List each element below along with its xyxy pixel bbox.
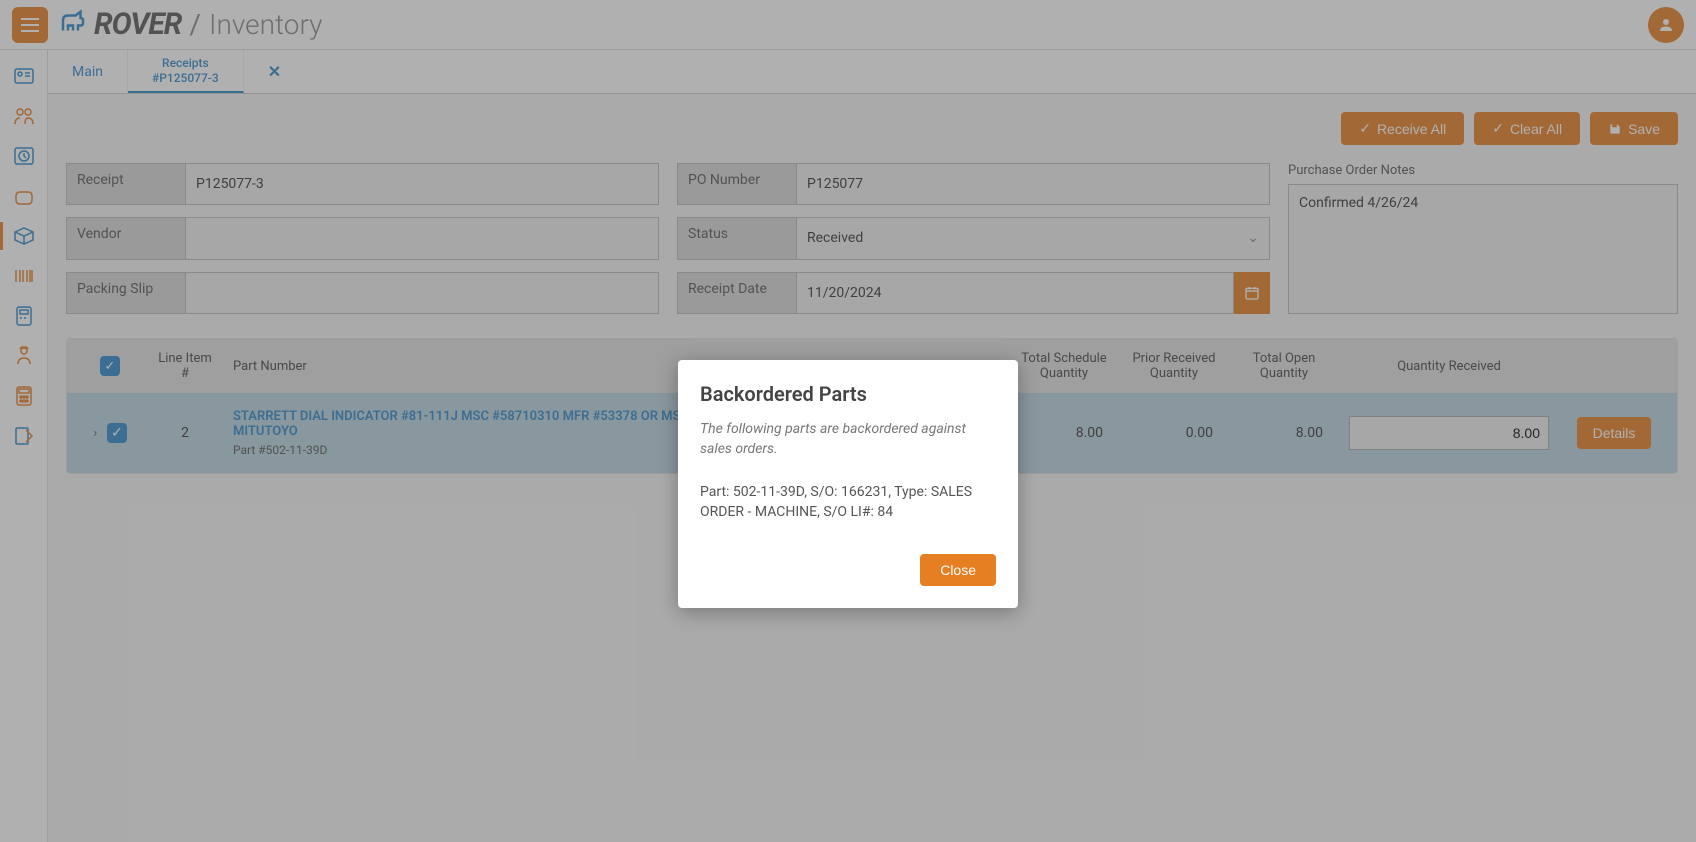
modal-title: Backordered Parts bbox=[700, 382, 996, 406]
backordered-modal: Backordered Parts The following parts ar… bbox=[678, 360, 1018, 608]
modal-body: Part: 502-11-39D, S/O: 166231, Type: SAL… bbox=[700, 483, 996, 522]
modal-overlay: Backordered Parts The following parts ar… bbox=[0, 0, 1696, 842]
modal-subtitle: The following parts are backordered agai… bbox=[700, 420, 996, 459]
modal-close-button[interactable]: Close bbox=[920, 554, 996, 586]
